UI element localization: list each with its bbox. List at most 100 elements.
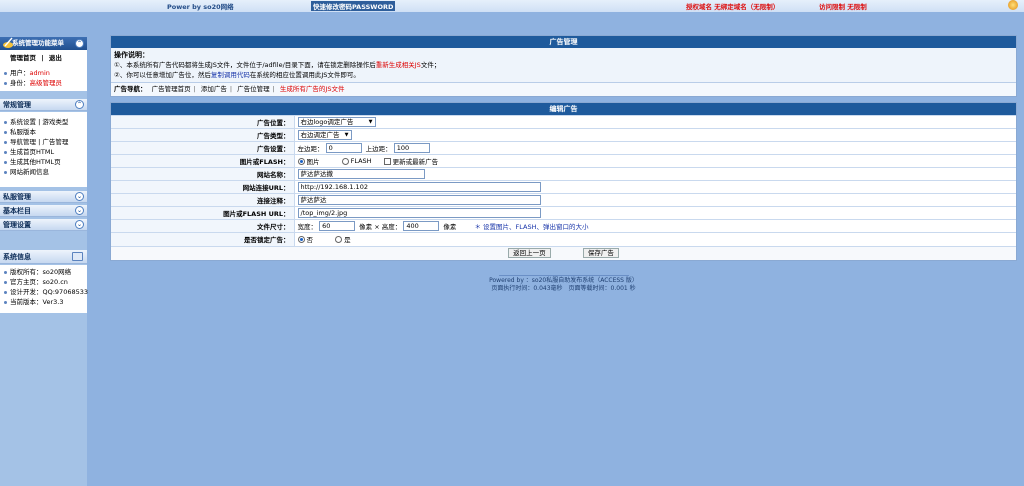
section-private-label: 私服管理 bbox=[3, 193, 31, 201]
bullet-icon bbox=[4, 300, 7, 304]
ad-nav-positions[interactable]: 广告位管理 bbox=[237, 85, 270, 93]
bullet-icon bbox=[4, 140, 7, 144]
footer-powered: Powered by ：so20私服自助发布系统（ACCESS 版） bbox=[489, 277, 638, 284]
system-settings-link[interactable]: 系统设置 bbox=[10, 118, 36, 126]
top-bar: Power by so20网络 快速修改密码PASSWORD 授权域名 无绑定域… bbox=[0, 0, 1024, 12]
section-manage[interactable]: 管理设置 ⌄ bbox=[0, 219, 87, 231]
lock-no-radio[interactable] bbox=[297, 235, 305, 243]
section-private[interactable]: 私服管理 ⌄ bbox=[0, 191, 87, 203]
section-manage-label: 管理设置 bbox=[3, 221, 31, 229]
update-ad-label: 更新或最新广告 bbox=[392, 158, 439, 166]
logo-icon bbox=[1008, 0, 1018, 10]
bullet-icon bbox=[4, 170, 7, 174]
type-select[interactable]: 右边调定广告 ▼ bbox=[297, 130, 352, 140]
section-sysinfo: 系统信息 bbox=[0, 250, 87, 264]
footer-divider bbox=[498, 275, 629, 276]
edit-ad-form: 广告位置： 右边logo调定广告 ▼ 广告类型： 右边调定广告 ▼ 广告设置： 左边… bbox=[111, 115, 1016, 246]
nav-manage-link[interactable]: 导航管理 bbox=[10, 138, 36, 146]
top-margin-input[interactable]: 100 bbox=[393, 143, 430, 153]
tip-heading: 操作说明： bbox=[114, 51, 149, 59]
info-developer: 设计开发：QQ:97068533 bbox=[10, 288, 89, 296]
regen-js-link[interactable]: 重新生成相关JS bbox=[376, 61, 421, 69]
type-label: 广告类型： bbox=[111, 128, 295, 142]
site-name-label: 网站名称： bbox=[111, 167, 295, 181]
tip-line2: ②、你可以任意增加广告位，然后 bbox=[114, 71, 211, 79]
copy-code-link[interactable]: 复制调用代码 bbox=[211, 71, 250, 79]
chevron-down-icon: ▼ bbox=[368, 119, 373, 125]
media-flash-radio[interactable] bbox=[341, 157, 349, 165]
menu-body: 管理首页 | 退出 用户：admin 身份：高级管理员 bbox=[0, 50, 87, 91]
powered-by-link[interactable]: Power by so20网络 bbox=[167, 1, 234, 11]
footer-runtime: 页面执行时间：0.043毫秒 页面等载时间：0.001 秒 bbox=[491, 285, 636, 292]
site-info-link[interactable]: 网站新闻信息 bbox=[10, 168, 49, 176]
url-input[interactable]: http://192.168.1.102 bbox=[297, 182, 541, 192]
footer: Powered by ：so20私服自助发布系统（ACCESS 版） 页面执行时… bbox=[110, 275, 1017, 293]
sidebar: 系统管理功能菜单 ⌃ 管理首页 | 退出 用户：admin 身份：高级管理员 常… bbox=[0, 37, 89, 486]
site-name-input[interactable]: 萨达萨达撒 bbox=[297, 169, 425, 179]
ad-manage-title: 广告管理 bbox=[111, 36, 1016, 48]
section-sysinfo-label: 系统信息 bbox=[3, 253, 31, 261]
info-version: 当前版本：Ver3.3 bbox=[10, 298, 64, 306]
identity-value: 高级管理员 bbox=[29, 79, 63, 87]
bullet-icon bbox=[4, 130, 7, 134]
menu-header: 系统管理功能菜单 ⌃ bbox=[0, 37, 87, 50]
media-image-radio[interactable] bbox=[297, 157, 305, 165]
ad-nav-add[interactable]: 添加广告 bbox=[201, 85, 227, 93]
left-margin-label: 左边距： bbox=[297, 145, 324, 153]
position-label: 广告位置： bbox=[111, 115, 295, 129]
bullet-icon bbox=[4, 270, 7, 274]
save-ad-button[interactable]: 保存广告 bbox=[582, 247, 619, 258]
expand-icon[interactable]: ⌄ bbox=[75, 192, 84, 201]
media-flash-label: FLASH bbox=[350, 157, 372, 165]
section-basic[interactable]: 基本栏目 ⌄ bbox=[0, 205, 87, 217]
user-value: admin bbox=[29, 69, 50, 77]
lock-no-label: 否 bbox=[306, 236, 314, 245]
file-url-input[interactable]: /top_img/2.jpg bbox=[297, 208, 541, 218]
bullet-icon bbox=[4, 150, 7, 154]
lock-yes-label: 是 bbox=[344, 236, 351, 245]
left-margin-input[interactable]: 0 bbox=[325, 143, 362, 153]
back-button[interactable]: 返回上一页 bbox=[508, 247, 551, 258]
ad-nav-label: 广告导航： bbox=[114, 85, 147, 93]
change-password-link[interactable]: 快速修改密码PASSWORD bbox=[311, 1, 396, 11]
bullet-icon bbox=[4, 81, 7, 85]
info-copyright: 版权所有：so20网络 bbox=[10, 268, 72, 276]
media-label: 图片或FLASH： bbox=[111, 154, 295, 168]
gen-other-link[interactable]: 生成其他HTML页 bbox=[10, 158, 61, 166]
expand-icon[interactable]: ⌄ bbox=[75, 220, 84, 229]
game-types-link[interactable]: 游戏类型 bbox=[42, 118, 68, 126]
settings-label: 广告设置： bbox=[111, 141, 295, 155]
update-ad-checkbox[interactable] bbox=[383, 157, 391, 165]
bullet-icon bbox=[4, 290, 7, 294]
home-link[interactable]: 管理首页 bbox=[10, 54, 36, 62]
expand-icon[interactable]: ⌄ bbox=[75, 206, 84, 215]
chevron-down-icon: ▼ bbox=[344, 132, 349, 138]
tip-line2-end: 在系统的相应位置调用此JS文件即可。 bbox=[249, 71, 360, 79]
position-select[interactable]: 右边logo调定广告 ▼ bbox=[297, 117, 376, 127]
height-label: 像素 × 高度： bbox=[359, 223, 402, 231]
tip-line1-end: 文件； bbox=[420, 61, 441, 69]
info-homepage: 官方主页：so20.cn bbox=[10, 278, 68, 286]
width-input[interactable]: 60 bbox=[319, 221, 356, 231]
section-common-label: 常规管理 bbox=[3, 101, 31, 109]
ad-manage-link[interactable]: 广告管理 bbox=[42, 138, 68, 146]
main-content: 广告管理 操作说明： ①、本系统所有广告代码都将生成JS文件，文件位于/adfi… bbox=[110, 35, 1017, 261]
section-common[interactable]: 常规管理 ⌃ bbox=[0, 99, 87, 111]
instructions: 操作说明： ①、本系统所有广告代码都将生成JS文件，文件位于/adfile/目录… bbox=[111, 48, 1016, 83]
edit-ad-title: 编辑广告 bbox=[111, 103, 1016, 115]
collapse-icon[interactable]: ⌃ bbox=[75, 39, 84, 48]
file-url-label: 图片或FLASH URL： bbox=[111, 206, 295, 220]
tip-line1: ①、本系统所有广告代码都将生成JS文件，文件位于/adfile/目录下面，请在锁… bbox=[114, 61, 376, 69]
height-input[interactable]: 400 bbox=[403, 221, 440, 231]
ad-nav-generate-js[interactable]: 生成所有广告的JS文件 bbox=[280, 85, 345, 93]
private-version-link[interactable]: 私服版本 bbox=[10, 128, 36, 136]
gen-home-link[interactable]: 生成首页HTML bbox=[10, 148, 54, 156]
link-note-input[interactable]: 萨达萨达 bbox=[297, 195, 541, 205]
monitor-icon bbox=[72, 252, 83, 261]
lock-yes-radio[interactable] bbox=[335, 235, 343, 243]
logout-link[interactable]: 退出 bbox=[49, 54, 62, 62]
ad-nav-home[interactable]: 广告管理首页 bbox=[152, 85, 191, 93]
collapse-icon[interactable]: ⌃ bbox=[75, 100, 84, 109]
width-label: 宽度： bbox=[297, 223, 318, 231]
menu-title: 系统管理功能菜单 bbox=[12, 39, 64, 47]
